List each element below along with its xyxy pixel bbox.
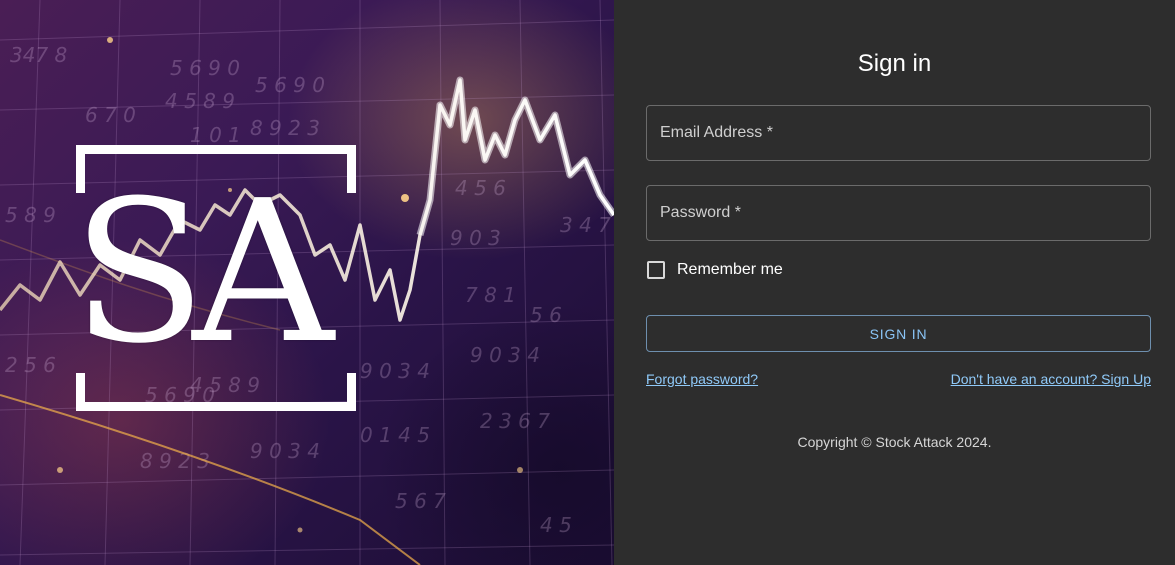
hero-number-text: 5 8 9 <box>5 203 56 227</box>
hero-number-text: 347 8 <box>10 43 67 67</box>
hero-number-text: 5 6 7 <box>395 489 446 513</box>
hero-number-text: 2 3 6 7 <box>480 409 550 433</box>
hero-number-text: 2 5 6 <box>5 353 56 377</box>
hero-number-text: 4 5 <box>540 513 572 537</box>
hero-number-text: 5 6 <box>530 303 562 327</box>
hero-number-text: 4 5 8 9 <box>165 89 235 113</box>
hero-number-text: 7 8 1 <box>465 283 516 307</box>
hero-number-text: 6 7 0 <box>85 103 136 127</box>
copyright-text: Copyright © Stock Attack 2024. <box>797 434 992 450</box>
hero-number-text: 9 0 3 4 <box>470 343 540 367</box>
hero-number-text: 8 9 2 3 <box>250 116 320 140</box>
hero-number-text: 5 6 9 0 <box>255 73 325 97</box>
hero-number-text: 0 1 4 5 <box>360 423 430 447</box>
remember-me-checkbox[interactable] <box>647 261 665 279</box>
hero-image: 347 8 5 6 9 0 5 6 9 0 4 5 8 9 6 7 0 8 9 2 3 1 … <box>0 0 614 565</box>
email-input[interactable] <box>647 106 1150 160</box>
hero-number-text: 8 9 2 3 <box>140 449 210 473</box>
hero-number-text: 4 5 6 <box>455 176 506 200</box>
stock-attack-logo: SA <box>72 145 356 411</box>
remember-me-label: Remember me <box>677 261 783 278</box>
logo-letters: SA <box>72 159 334 387</box>
hero-number-text: 5 6 9 0 <box>170 56 240 80</box>
hero-number-text: 3 4 7 <box>560 213 611 237</box>
sign-up-link[interactable]: Don't have an account? Sign Up <box>951 371 1151 387</box>
hero-number-text: 9 0 3 4 <box>250 439 320 463</box>
hero-number-text: 1 0 1 <box>190 123 241 147</box>
remember-me[interactable]: Remember me <box>646 258 783 282</box>
page-title: Sign in <box>857 50 932 77</box>
forgot-password-link[interactable]: Forgot password? <box>646 371 758 387</box>
password-field[interactable] <box>646 185 1151 241</box>
sign-in-panel: Sign in Remember me SIGN IN Forgot passw… <box>614 0 1175 565</box>
password-input[interactable] <box>647 186 1150 240</box>
hero-number-text: 9 0 3 <box>450 226 501 250</box>
email-field[interactable] <box>646 105 1151 161</box>
hero-number-text: 9 0 3 4 <box>360 359 430 383</box>
sign-in-button[interactable]: SIGN IN <box>646 315 1151 352</box>
